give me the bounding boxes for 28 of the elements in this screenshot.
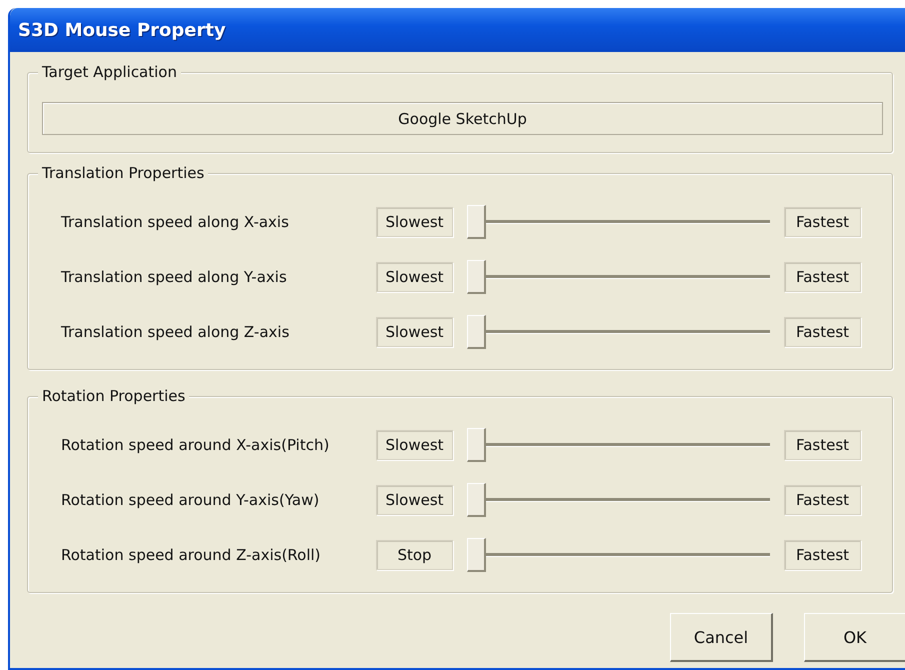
ok-button[interactable]: OK bbox=[804, 613, 905, 662]
min-label: Slowest bbox=[376, 206, 453, 236]
slider-thumb[interactable] bbox=[467, 314, 486, 348]
min-label: Slowest bbox=[376, 316, 453, 346]
cancel-button[interactable]: Cancel bbox=[670, 613, 773, 662]
min-label: Slowest bbox=[376, 262, 453, 292]
slider-thumb[interactable] bbox=[467, 482, 486, 516]
max-label: Fastest bbox=[784, 262, 861, 292]
slider-label: Translation speed along Z-axis bbox=[61, 322, 290, 340]
slider-thumb[interactable] bbox=[467, 538, 486, 572]
target-application-field: Google SketchUp bbox=[42, 102, 883, 135]
slider-label: Translation speed along Y-axis bbox=[61, 268, 288, 286]
slider-thumb[interactable] bbox=[467, 204, 486, 238]
slider-label: Rotation speed around X-axis(Pitch) bbox=[61, 436, 330, 454]
min-label: Slowest bbox=[376, 484, 453, 514]
max-label: Fastest bbox=[784, 540, 861, 570]
window-title: S3D Mouse Property bbox=[18, 20, 226, 40]
max-label: Fastest bbox=[784, 484, 861, 514]
min-label: Slowest bbox=[376, 430, 453, 460]
slider-thumb[interactable] bbox=[467, 260, 486, 294]
slider-thumb[interactable] bbox=[467, 428, 486, 462]
slider-label: Rotation speed around Y-axis(Yaw) bbox=[61, 490, 320, 508]
slider-label: Rotation speed around Z-axis(Roll) bbox=[61, 546, 322, 564]
min-label: Stop bbox=[376, 540, 453, 570]
max-label: Fastest bbox=[784, 316, 861, 346]
max-label: Fastest bbox=[784, 430, 861, 460]
max-label: Fastest bbox=[784, 206, 861, 236]
slider-label: Translation speed along X-axis bbox=[61, 212, 290, 230]
